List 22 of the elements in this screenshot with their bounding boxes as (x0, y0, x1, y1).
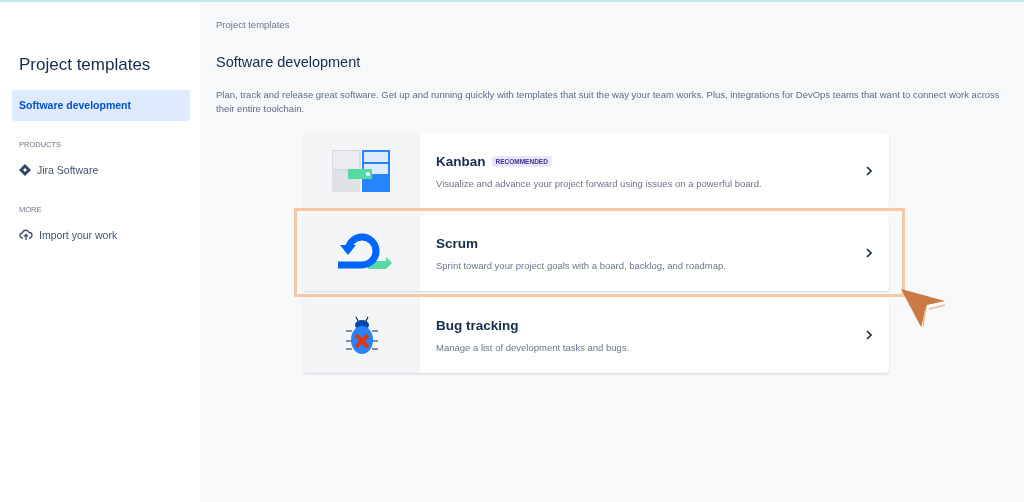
sidebar-link[interactable]: Jira Software (12, 154, 106, 187)
template-card[interactable]: Scrum Sprint toward your project goals with a board, backlog, and roadmap. (303, 214, 889, 291)
template-description: Visualize and advance your project forward using issues on a powerful board. (436, 177, 763, 192)
breadcrumb-link[interactable]: Project templates (216, 18, 1011, 33)
board-illustration-icon (331, 149, 392, 192)
sidebar-link[interactable]: Import your work (12, 219, 125, 252)
page-heading: Software development (216, 53, 362, 73)
template-description: Manage a list of development tasks and bugs. (436, 341, 631, 356)
sidebar-title: Project templates (18, 54, 152, 76)
chevron-right-icon (866, 165, 872, 176)
cloud-upload-icon (19, 229, 33, 242)
template-name: Scrum (436, 236, 479, 252)
chevron-right-icon (866, 329, 872, 340)
sidebar-item[interactable]: Software development (12, 89, 190, 122)
template-description: Sprint toward your project goals with a board, backlog, and roadmap. (436, 259, 727, 274)
page-description: Plan, track and release great software. Get up and running quickly with templates that suit the way your team works. Plus, integrations for DevOps teams that want to connect work across their entire toolchain. (216, 88, 1001, 117)
template-card[interactable]: Bug tracking Manage a list of development tasks and bugs. (303, 296, 889, 373)
template-name: Kanban (436, 154, 486, 170)
chevron-right-icon (866, 247, 872, 258)
diamond-icon (19, 164, 31, 177)
template-name: Bug tracking (436, 318, 519, 334)
pointer-cursor-icon (901, 288, 947, 329)
